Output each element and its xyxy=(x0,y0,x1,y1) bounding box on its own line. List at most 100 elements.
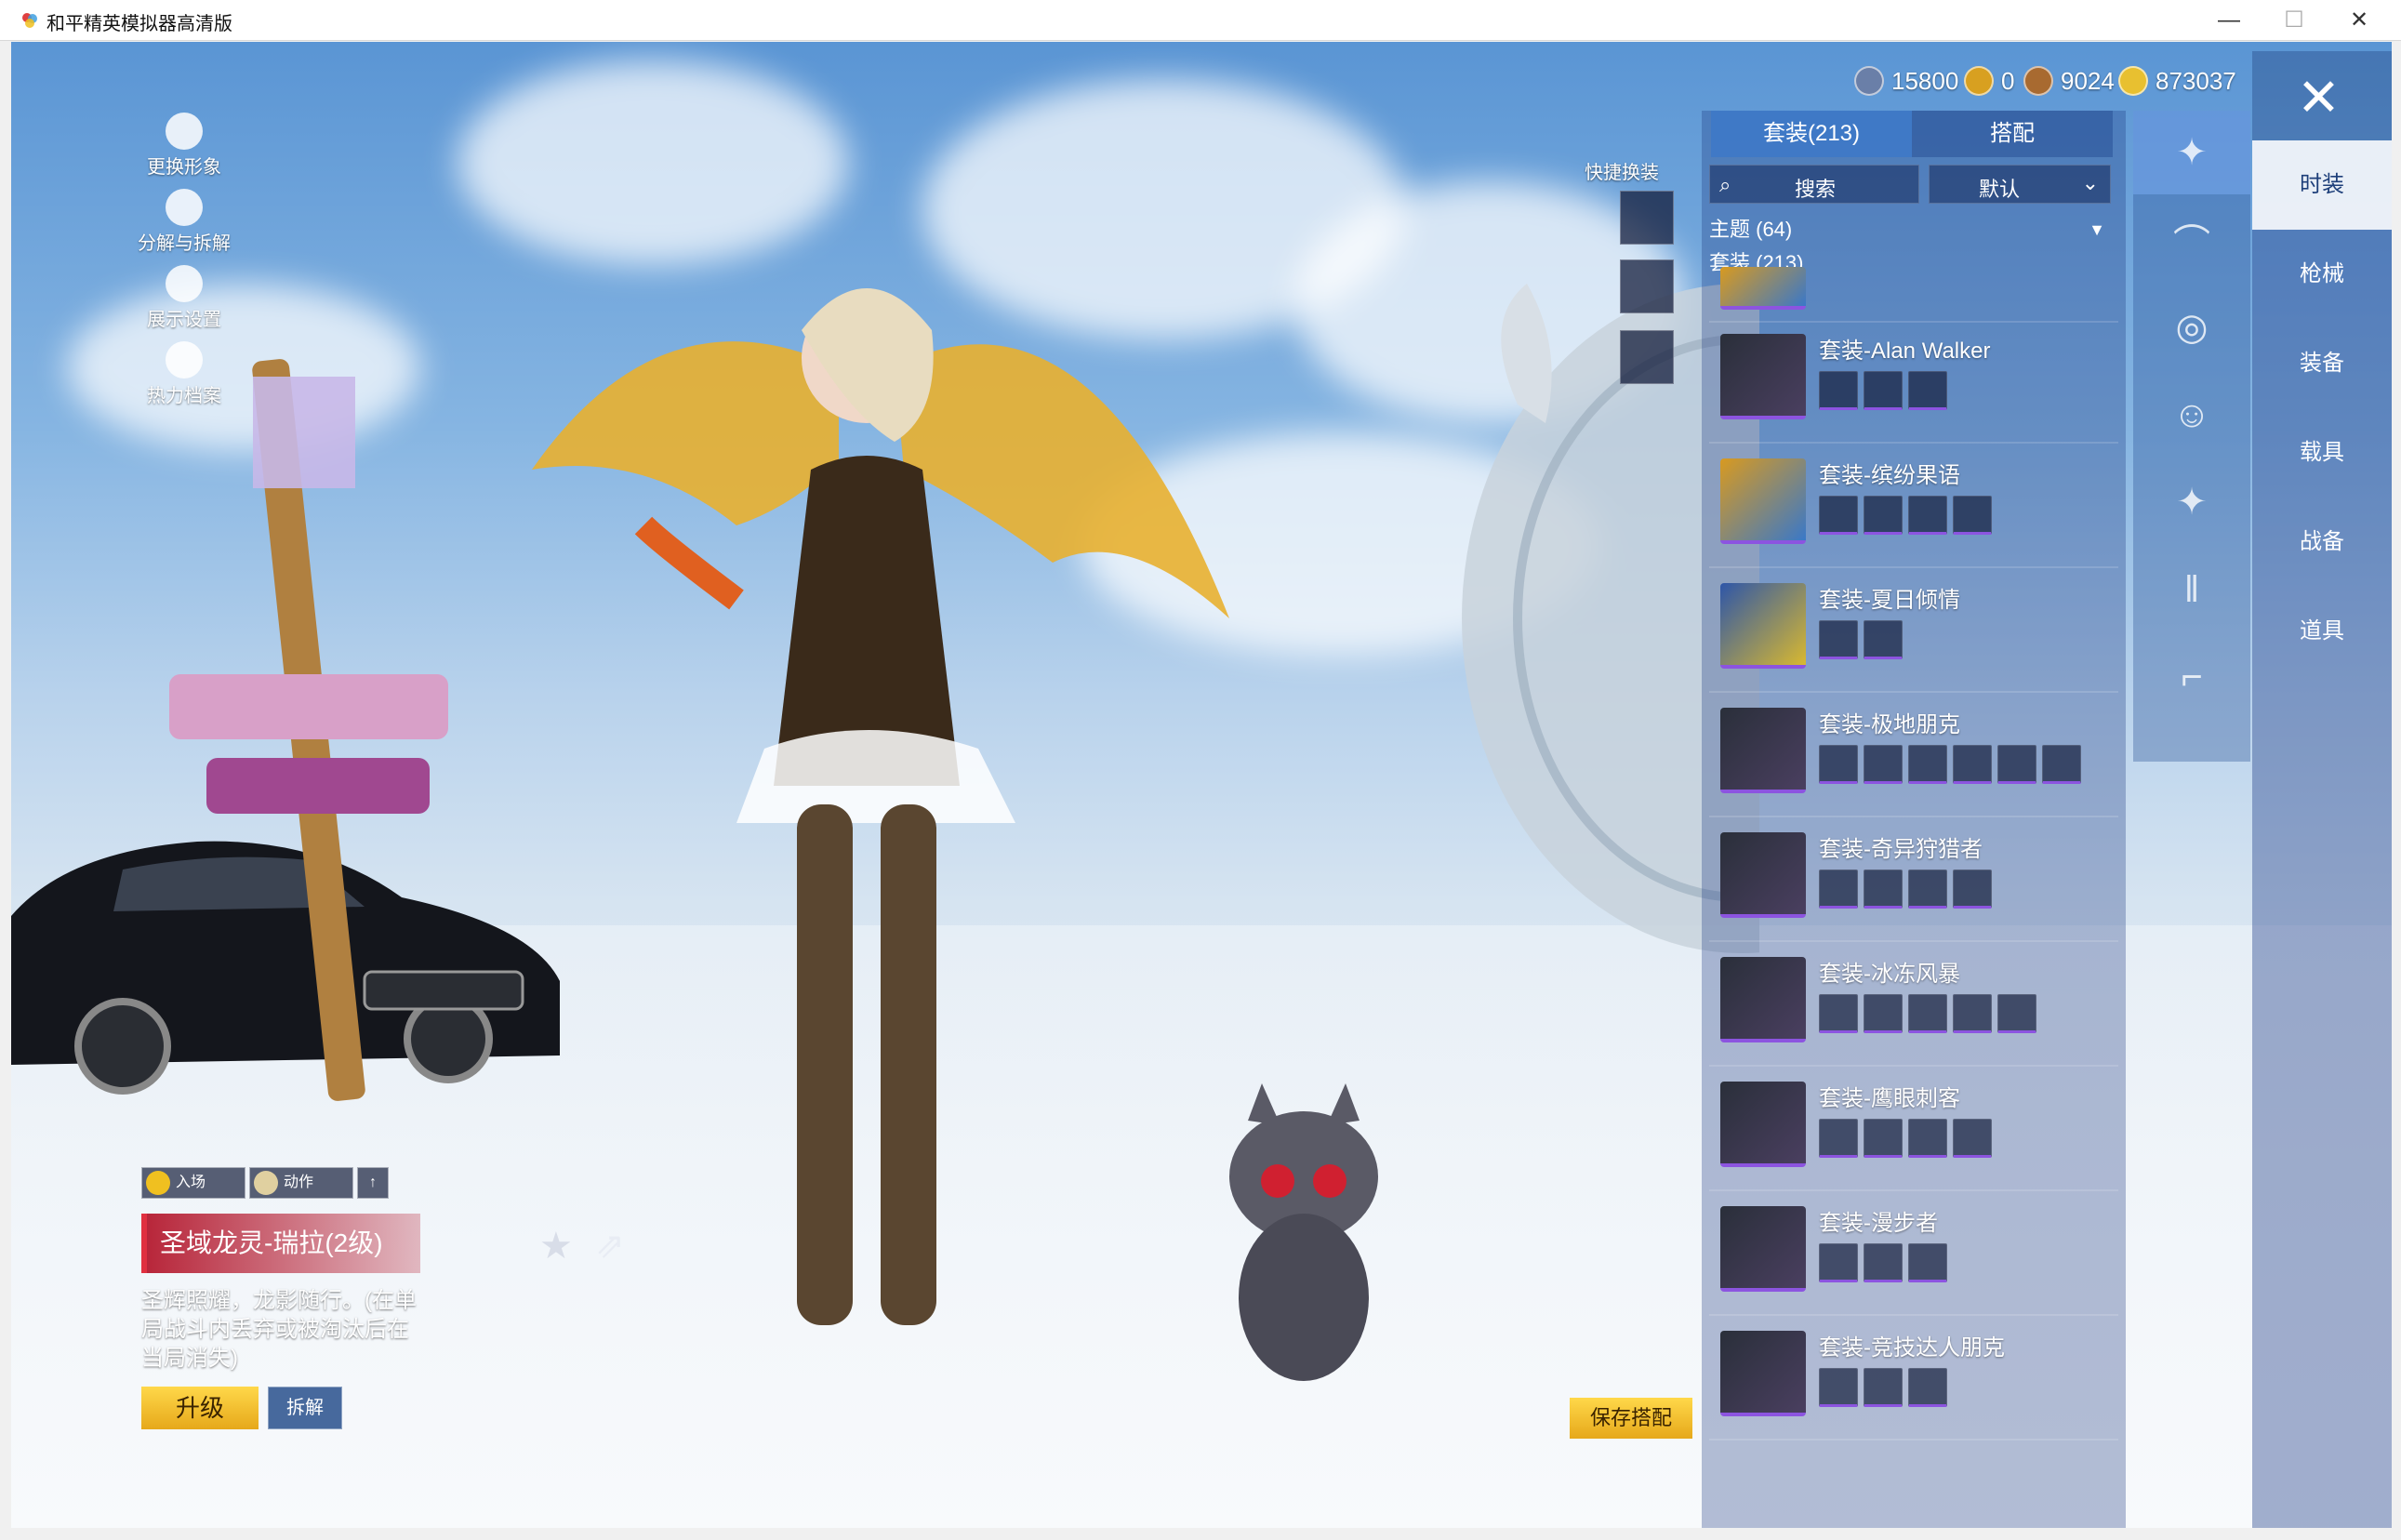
pet-companion-image xyxy=(1229,1083,1378,1381)
app-icon xyxy=(22,13,37,28)
list-item[interactable]: 套装-冰冻风暴 xyxy=(1709,946,2118,1067)
list-item-partial[interactable] xyxy=(1709,267,2118,323)
category-nav: 时装 枪械 装备 载具 战备 道具 xyxy=(2252,140,2392,1528)
upgrade-button[interactable]: 升级 xyxy=(141,1387,259,1429)
emote-face-icon xyxy=(146,1171,170,1195)
quick-slot-2[interactable] xyxy=(1620,259,1674,313)
flame-icon xyxy=(166,341,203,378)
suit-name: 套装-冰冻风暴 xyxy=(1819,962,1960,987)
action-pose-icon xyxy=(254,1171,278,1195)
subnav-shoes[interactable]: ⌐ xyxy=(2133,635,2250,719)
bronze-coin-icon xyxy=(2023,66,2053,96)
favorite-star-icon[interactable]: ★ xyxy=(539,1225,573,1268)
dismantle-button[interactable]: 拆解 xyxy=(268,1387,342,1429)
list-item[interactable]: 套装-鹰眼刺客 xyxy=(1709,1070,2118,1191)
tab-suits[interactable]: 套装(213) xyxy=(1711,111,1912,157)
search-input[interactable]: ⌕ 搜索 xyxy=(1709,165,1919,204)
suit-thumbnail xyxy=(1720,583,1806,669)
minimize-button[interactable]: — xyxy=(2196,0,2262,41)
hat-icon: ⌒ xyxy=(2173,223,2210,264)
suit-thumbnail xyxy=(1720,832,1806,918)
action-button[interactable]: 动作 xyxy=(249,1167,353,1199)
tab-weapons[interactable]: 枪械 xyxy=(2252,230,2392,319)
list-item[interactable]: 套装-缤纷果语 xyxy=(1709,447,2118,568)
dismantle-menu-button[interactable]: 分解与拆解 xyxy=(110,189,259,255)
suit-name: 套装-夏日倾情 xyxy=(1819,588,1960,613)
glasses-icon: ◎ xyxy=(2175,307,2209,348)
subnav-suit[interactable]: ✦ xyxy=(2133,111,2250,194)
suit-name: 套装-竞技达人朋克 xyxy=(1819,1335,2005,1361)
heat-archive-button[interactable]: 热力档案 xyxy=(110,341,259,407)
item-description: 圣辉照耀，龙影随行。(在单局战斗内丢弃或被淘汰后在当局消失) xyxy=(141,1288,417,1371)
suit-pieces xyxy=(1819,1368,1947,1407)
suit-pieces xyxy=(1819,1243,1947,1282)
suit-name: 套装-极地朋克 xyxy=(1819,712,1960,737)
quick-slot-3[interactable] xyxy=(1620,330,1674,384)
face-icon: ☺ xyxy=(2172,393,2211,435)
tab-match[interactable]: 搭配 xyxy=(1912,111,2113,157)
tab-vehicles[interactable]: 载具 xyxy=(2252,408,2392,498)
diamond-coin-icon xyxy=(2118,66,2148,96)
subnav-glasses[interactable]: ◎ xyxy=(2133,285,2250,369)
suit-thumbnail xyxy=(1720,267,1806,310)
search-row: ⌕ 搜索 默认 ⌄ xyxy=(1709,165,2118,206)
outfit-list-panel: 套装(213) 搭配 ⌕ 搜索 默认 ⌄ 主题 (64) ▼ 套装 (213) … xyxy=(1702,111,2126,1528)
entrance-button[interactable]: 入场 xyxy=(141,1167,245,1199)
subnav-face[interactable]: ☺ xyxy=(2133,373,2250,457)
suit-thumbnail xyxy=(1720,334,1806,419)
currency-gold: 0 xyxy=(1964,60,2014,101)
gear-icon xyxy=(166,189,203,226)
fashion-subnav: ✦ ⌒ ◎ ☺ ✦ ‖ ⌐ xyxy=(2133,111,2250,762)
save-outfit-button[interactable]: 保存搭配 xyxy=(1570,1398,1692,1439)
tab-equipment[interactable]: 装备 xyxy=(2252,319,2392,408)
suit-pieces xyxy=(1819,1119,1992,1158)
silver-coin-icon xyxy=(1854,66,1884,96)
currency-bronze: 9024 xyxy=(2023,60,2115,101)
rifle-skin-image xyxy=(169,359,448,1101)
sort-select[interactable]: 默认 ⌄ xyxy=(1929,165,2111,204)
suit-pieces xyxy=(1819,870,1992,909)
suit-pieces xyxy=(1819,745,2081,784)
suit-pieces xyxy=(1819,371,1947,410)
list-item[interactable]: 套装-夏日倾情 xyxy=(1709,572,2118,693)
suit-pieces xyxy=(1819,994,2036,1033)
tab-items[interactable]: 道具 xyxy=(2252,587,2392,676)
change-avatar-button[interactable]: 更换形象 xyxy=(110,113,259,179)
close-panel-button[interactable]: ✕ xyxy=(2252,51,2392,140)
subnav-top[interactable]: ✦ xyxy=(2133,460,2250,544)
tab-fashion[interactable]: 时装 xyxy=(2252,140,2392,230)
close-icon: ✕ xyxy=(2297,68,2341,126)
eye-icon xyxy=(166,265,203,302)
suit-name: 套装-鹰眼刺客 xyxy=(1819,1086,1960,1111)
suit-thumbnail xyxy=(1720,708,1806,793)
window-close-button[interactable]: ✕ xyxy=(2327,0,2392,41)
window-titlebar: 和平精英模拟器高清版 — ☐ ✕ xyxy=(0,0,2401,41)
item-name: 圣域龙灵-瑞拉(2级) xyxy=(141,1214,420,1273)
maximize-button[interactable]: ☐ xyxy=(2262,0,2327,41)
group-theme-header[interactable]: 主题 (64) ▼ xyxy=(1709,213,2118,246)
window-title: 和平精英模拟器高清版 xyxy=(46,14,232,34)
character-model-image xyxy=(532,288,1229,1325)
suit-name: 套装-Alan Walker xyxy=(1819,339,1991,364)
share-icon[interactable]: ⇗ xyxy=(595,1225,625,1267)
suit-thumbnail xyxy=(1720,957,1806,1042)
avatar-icon xyxy=(166,113,203,150)
subnav-pants[interactable]: ‖ xyxy=(2133,548,2250,631)
suit-name: 套装-漫步者 xyxy=(1819,1211,1938,1236)
list-item[interactable]: 套装-漫步者 xyxy=(1709,1195,2118,1316)
suit-name: 套装-缤纷果语 xyxy=(1819,463,1960,488)
list-item[interactable]: 套装-Alan Walker xyxy=(1709,323,2118,444)
list-item[interactable]: 套装-竞技达人朋克 xyxy=(1709,1320,2118,1440)
subnav-hat[interactable]: ⌒ xyxy=(2133,198,2250,282)
tab-combat-gear[interactable]: 战备 xyxy=(2252,498,2392,587)
list-item[interactable]: 套装-极地朋克 xyxy=(1709,697,2118,817)
shoes-icon: ⌐ xyxy=(2181,656,2203,697)
quick-change-label[interactable]: 快捷换装 xyxy=(1585,157,1659,184)
pants-icon: ‖ xyxy=(2183,568,2200,610)
suit-pieces xyxy=(1819,496,1992,535)
currency-diamond: 873037 xyxy=(2118,60,2236,101)
arrow-up-button[interactable]: ↑ xyxy=(357,1167,389,1199)
list-item[interactable]: 套装-奇异狩猎者 xyxy=(1709,821,2118,942)
quick-slot-1[interactable] xyxy=(1620,191,1674,245)
display-settings-button[interactable]: 展示设置 xyxy=(110,265,259,331)
